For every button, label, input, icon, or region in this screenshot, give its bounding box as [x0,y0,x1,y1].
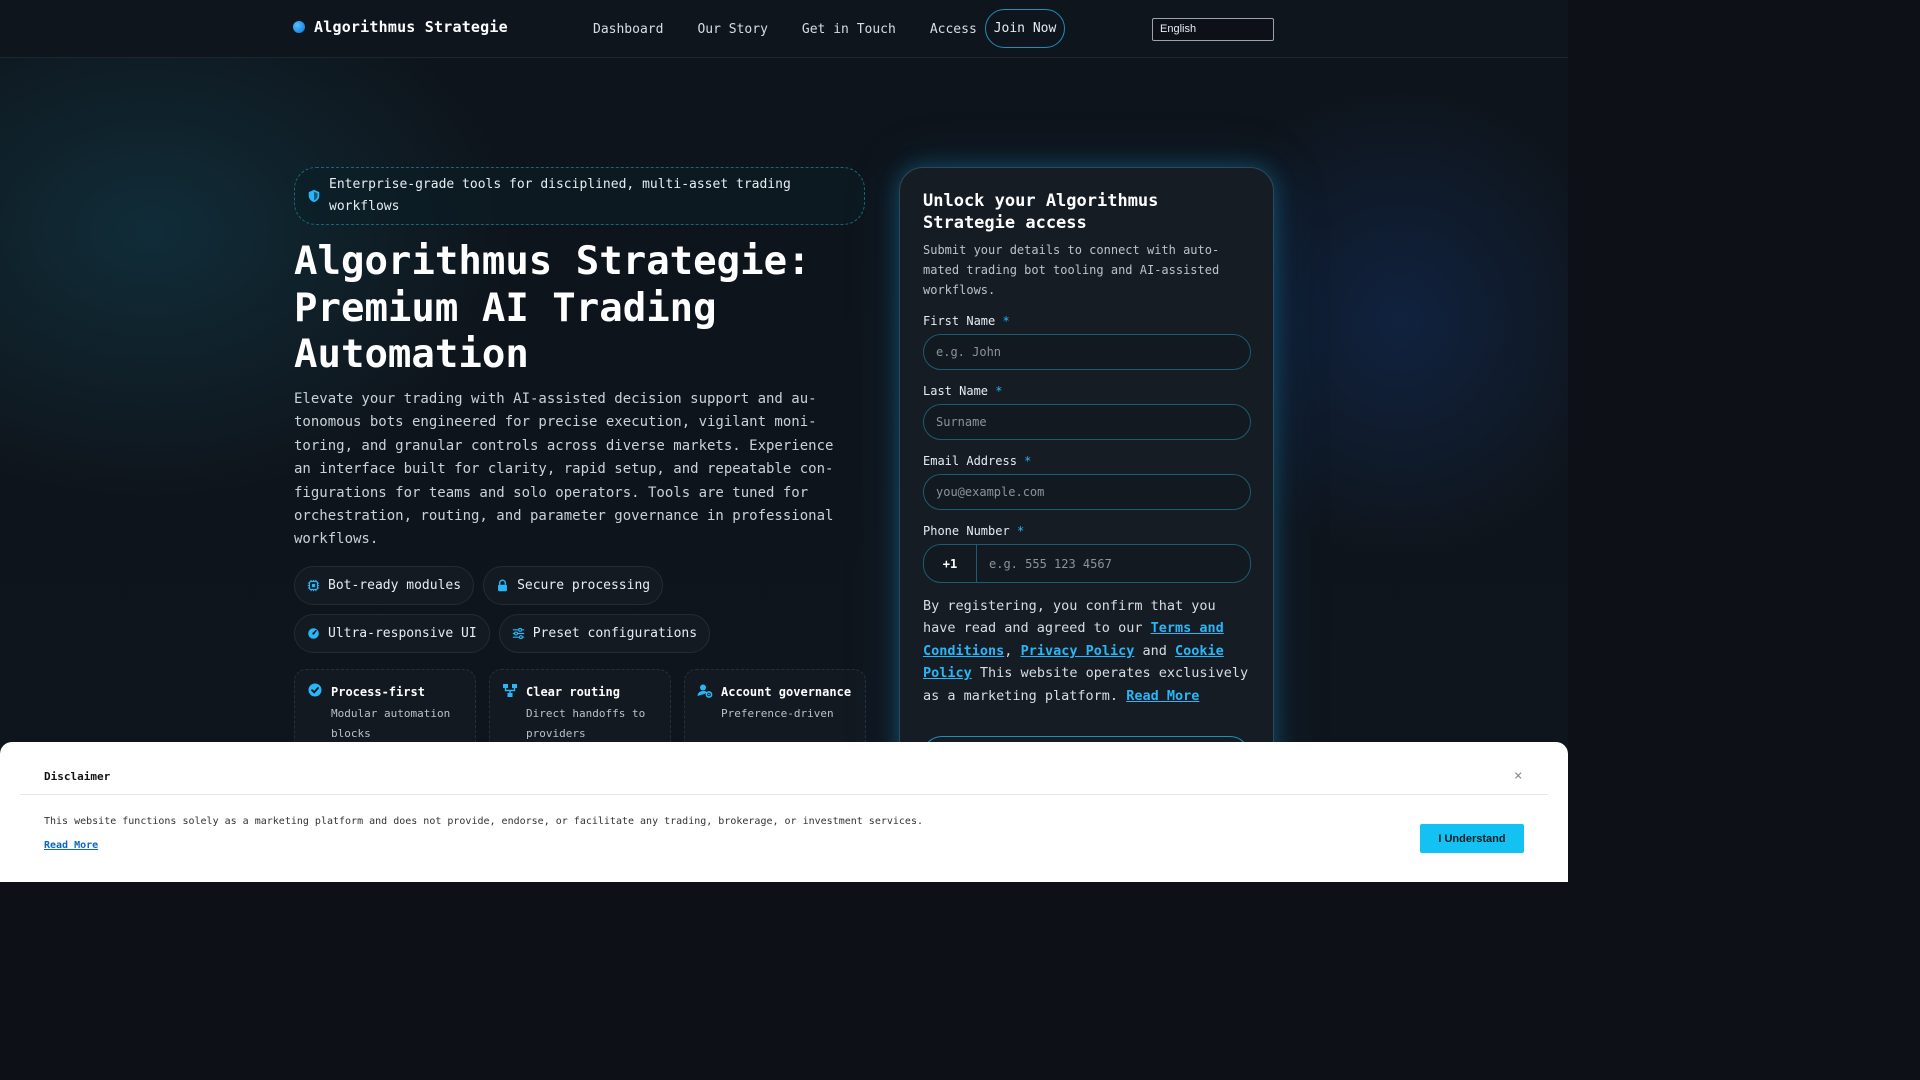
signup-form-panel: Unlock your Algorithmus Strategie access… [899,167,1274,807]
chip-icon [307,579,320,592]
nav-link-access[interactable]: Access [930,22,977,37]
nav-links: Dashboard Our Story Get in Touch Access [593,0,1011,58]
last-name-input[interactable]: Surname [923,404,1251,440]
disclaimer-read-more-link[interactable]: Read More [44,840,98,851]
top-navbar: Algorithmus Strategie Dashboard Our Stor… [0,0,1568,58]
gauge-icon [308,628,319,639]
sliders-icon [512,627,524,640]
brand-name: Algorithmus Strategie [314,18,508,36]
privacy-link[interactable]: Privacy Policy [1021,643,1135,659]
shield-icon [308,189,320,203]
join-now-button[interactable]: Join Now [985,9,1065,48]
required-mark: * [1016,524,1025,538]
hero-title: Algorithmus Strategie: Premium AI Tradin… [294,239,811,377]
language-select[interactable]: English [1152,18,1274,41]
required-mark: * [995,384,1003,398]
first-name-input[interactable]: e.g. John [923,334,1251,370]
card-subtitle: Modular automation blocks [331,707,451,740]
logo-dot-icon [293,21,305,33]
phone-input[interactable]: e.g. 555 123 4567 [977,557,1112,571]
tagline-text: Enterprise-grade tools for disciplined, … [329,177,791,214]
email-input[interactable]: you@example.com [923,474,1251,510]
email-label: Email Address * [923,454,1032,468]
nav-link-our-story[interactable]: Our Story [697,22,767,37]
disclaimer-banner: Disclaimer × This website functions sole… [0,742,1568,882]
chip-label: Secure processing [517,578,651,593]
form-subtitle: Submit your details to connect with auto… [923,243,1220,297]
feature-chips: Bot-ready modules Secure processing Ultr… [294,566,854,662]
chip-label: Ultra-responsive UI [328,626,477,641]
hero-description: Elevate your trading with AI-assisted de… [294,391,834,548]
chip-secure: Secure processing [483,566,664,605]
card-subtitle: Direct handoffs to providers [526,707,646,740]
required-mark: * [1024,454,1032,468]
routing-icon [503,684,517,697]
chip-responsive: Ultra-responsive UI [294,614,490,653]
nav-link-get-in-touch[interactable]: Get in Touch [802,22,896,37]
last-name-label: Last Name * [923,384,1003,398]
close-icon[interactable]: × [1514,768,1522,784]
divider [20,794,1548,795]
user-gear-icon [697,684,713,698]
chip-bot-ready: Bot-ready modules [294,566,475,605]
card-subtitle: Preference-driven [721,707,834,720]
chip-presets: Preset configurations [498,614,711,653]
tagline-pill: Enterprise-grade tools for disciplined, … [294,167,865,225]
first-name-label: First Name * [923,314,1010,328]
card-title: Account governance [721,685,852,699]
nav-link-dashboard[interactable]: Dashboard [593,22,663,37]
phone-field: +1 e.g. 555 123 4567 [923,544,1251,583]
card-title: Clear routing [526,685,620,699]
disclaimer-text: This website functions solely as a marke… [44,816,923,827]
i-understand-button[interactable]: I Understand [1420,824,1524,853]
phone-label: Phone Number * [923,524,1025,538]
chip-label: Preset configurations [532,626,698,641]
form-title: Unlock your Algorithmus Strategie access [923,191,1159,233]
chip-label: Bot-ready modules [328,578,462,593]
check-circle-icon [308,683,322,697]
country-code-select[interactable]: +1 [924,545,977,582]
consent-text: By registering, you confirm that you hav… [923,598,1249,704]
card-title: Process-first [331,685,425,699]
read-more-link[interactable]: Read More [1126,688,1199,704]
required-mark: * [1002,314,1010,328]
disclaimer-title: Disclaimer [44,770,111,783]
brand-logo[interactable]: Algorithmus Strategie [293,18,508,36]
lock-icon [498,579,508,592]
